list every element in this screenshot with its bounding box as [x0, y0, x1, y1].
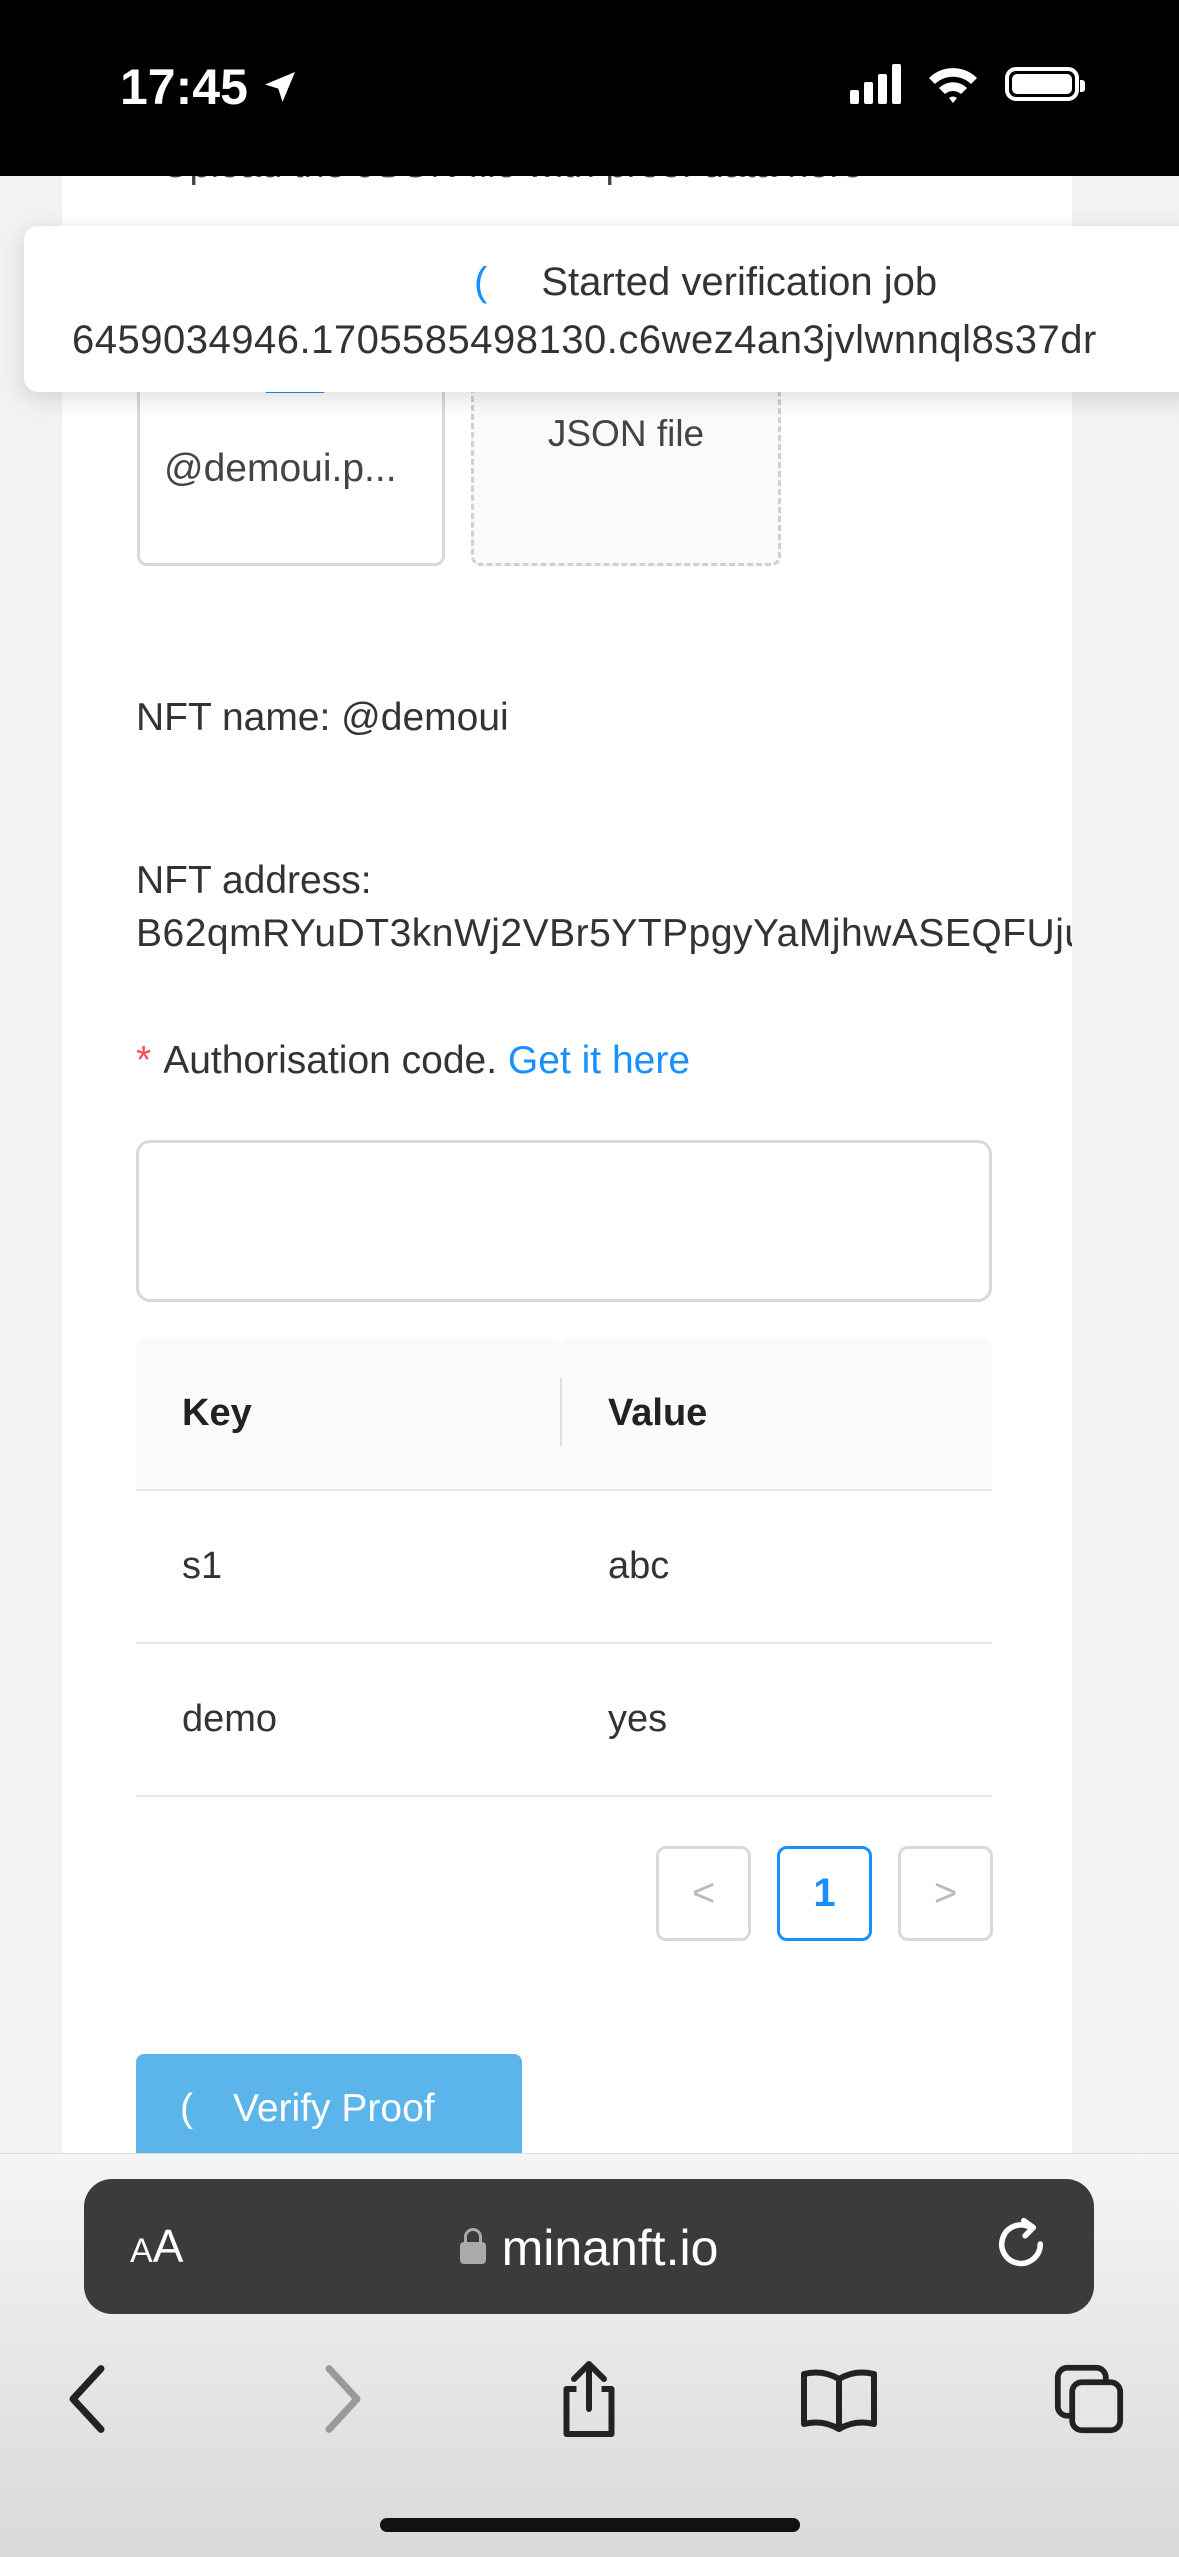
verify-form-card: Upload the JSON file with proof data her…: [62, 176, 1072, 2156]
verify-proof-label: Verify Proof: [233, 2087, 435, 2130]
auth-code-label-text: Authorisation code.: [163, 1039, 498, 1082]
upload-hint-text: Upload the JSON file with proof data her…: [162, 176, 863, 187]
wifi-icon: [929, 68, 977, 103]
table-row: demo yes: [136, 1643, 992, 1797]
table-row: s1 abc: [136, 1490, 992, 1644]
nft-address-value: B62qmRYuDT3knWj2VBr5YTPpgyYaMjhwASEQFUju…: [136, 912, 1072, 955]
url-display[interactable]: minanft.io: [84, 2219, 1094, 2277]
back-button[interactable]: [32, 2344, 142, 2454]
loading-spinner-icon: (: [474, 260, 488, 304]
tabs-icon: [1054, 2364, 1124, 2434]
browser-nav-row: [0, 2344, 1179, 2454]
upload-json-label: JSON file: [547, 413, 705, 454]
toast-job-id: 6459034946.1705585498130.c6wez4an3jvlwnn…: [72, 318, 1097, 362]
table-cell-key: demo: [136, 1643, 562, 1797]
prev-page-button[interactable]: <: [656, 1846, 751, 1941]
status-bar: 17:45: [0, 0, 1179, 176]
home-indicator: [380, 2518, 800, 2532]
share-button[interactable]: [534, 2344, 644, 2454]
time-text: 17:45: [120, 59, 248, 115]
book-icon: [801, 2369, 877, 2432]
browser-toolbar: AA minanft.io: [0, 2153, 1179, 2557]
uploaded-file-name: @demoui.p...: [164, 447, 397, 490]
get-auth-code-link[interactable]: Get it here: [508, 1039, 690, 1082]
bookmarks-button[interactable]: [784, 2344, 894, 2454]
table-cell-key: s1: [136, 1490, 562, 1644]
next-page-button[interactable]: >: [898, 1846, 993, 1941]
required-marker: *: [136, 1039, 152, 1082]
table-cell-value: abc: [562, 1490, 992, 1644]
nft-name: NFT name: @demoui: [136, 696, 509, 739]
url-text: minanft.io: [501, 2220, 719, 2276]
chevron-left-icon: [69, 2365, 105, 2433]
loading-spinner-icon: (: [180, 2087, 193, 2130]
address-bar[interactable]: AA minanft.io: [84, 2179, 1094, 2314]
chevron-right-icon: [325, 2365, 361, 2433]
status-icons: [850, 64, 1085, 104]
pagination: < 1 >: [656, 1846, 993, 1941]
nft-address-label: NFT address:: [136, 859, 372, 902]
column-header-value[interactable]: Value: [562, 1338, 992, 1491]
notification-toast: ( Started verification job 6459034946.17…: [24, 226, 1179, 392]
battery-icon: [1005, 67, 1085, 101]
key-value-table: Key Value s1 abc demo yes: [136, 1338, 992, 1797]
share-icon: [563, 2361, 615, 2437]
auth-code-input[interactable]: [136, 1140, 992, 1302]
page-1-button[interactable]: 1: [777, 1846, 872, 1941]
forward-button[interactable]: [288, 2344, 398, 2454]
cellular-signal-icon: [850, 64, 901, 104]
status-time: 17:45: [120, 58, 300, 116]
table-cell-value: yes: [562, 1643, 992, 1797]
toast-title: Started verification job: [541, 260, 938, 304]
location-arrow-icon: [264, 72, 295, 102]
tabs-button[interactable]: [1034, 2344, 1144, 2454]
table-header-row: Key Value: [136, 1338, 992, 1491]
toast-title-row: ( Started verification job: [474, 260, 937, 305]
auth-code-label: * Authorisation code. Get it here: [136, 1039, 690, 1083]
lock-icon: [459, 2228, 486, 2264]
verify-proof-button[interactable]: ( Verify Proof: [136, 2054, 522, 2156]
reload-icon[interactable]: [988, 2211, 1054, 2277]
column-header-key[interactable]: Key: [136, 1338, 562, 1491]
